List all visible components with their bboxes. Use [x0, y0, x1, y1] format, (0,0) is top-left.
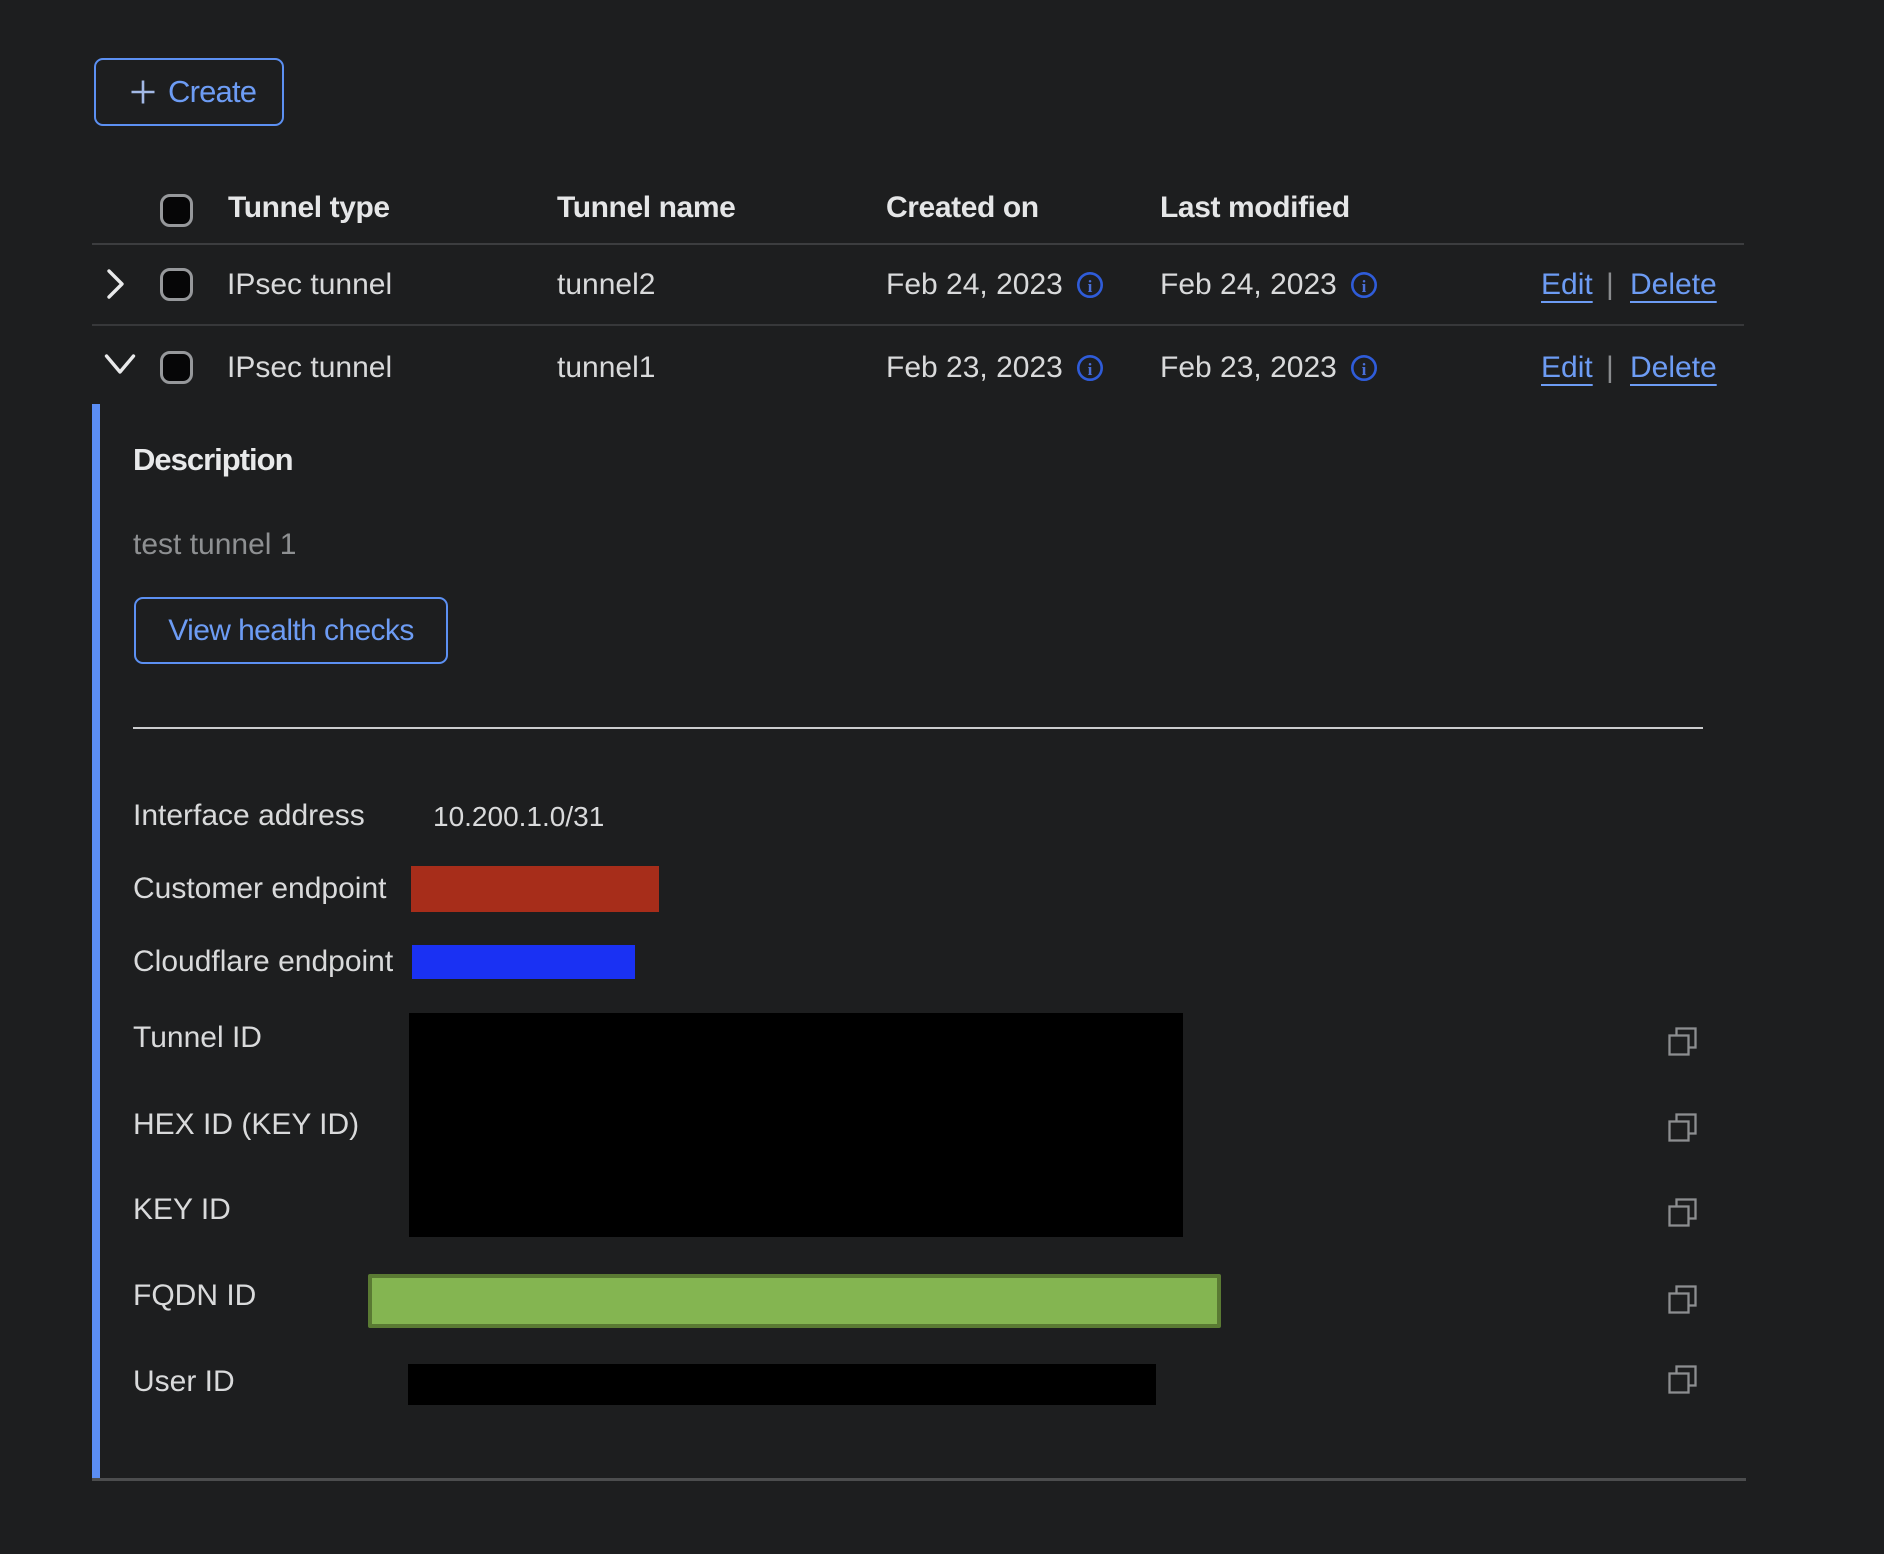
svg-text:i: i: [1088, 277, 1093, 296]
svg-text:i: i: [1362, 360, 1367, 379]
svg-text:i: i: [1362, 277, 1367, 296]
svg-text:i: i: [1088, 360, 1093, 379]
